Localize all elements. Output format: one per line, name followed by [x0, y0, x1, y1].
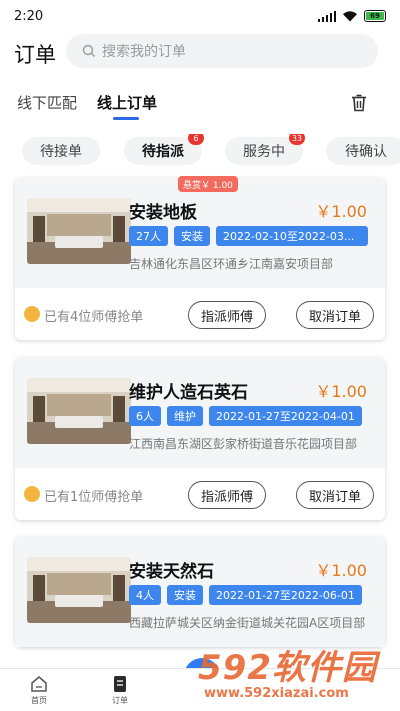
page-title: 订单 — [14, 43, 56, 67]
pill-label: 待确认 — [345, 144, 387, 160]
order-card-body[interactable]: 安装地板 ￥1.00 悬赏￥ 1.00 27人 安装 2022-02-10至20… — [15, 176, 385, 288]
cancel-order-button[interactable]: 取消订单 — [296, 481, 374, 509]
header: 订单 搜索我的订单 — [0, 34, 400, 74]
battery-icon: 69 — [364, 10, 386, 22]
order-tags: 27人 安装 2022-02-10至2022-03... — [129, 226, 368, 246]
pill-pending-assign[interactable]: 待指派 6 — [124, 134, 204, 165]
date-range-tag: 2022-01-27至2022-04-01 — [209, 406, 362, 426]
watermark-logo: 592软件园 www.592xiazai.com — [198, 640, 398, 710]
order-price: ￥1.00 — [315, 382, 367, 401]
orders-icon — [114, 676, 126, 692]
reward-badge: 悬赏￥ 1.00 — [178, 176, 238, 192]
order-thumbnail — [27, 557, 131, 623]
status-time: 2:20 — [14, 9, 44, 24]
order-address: 江西南昌东湖区彭家桥街道音乐花园项目部 — [129, 437, 358, 451]
order-title: 安装天然石 — [129, 562, 214, 582]
search-icon — [82, 44, 95, 57]
order-price: ￥1.00 — [315, 561, 367, 580]
trash-icon[interactable] — [349, 93, 369, 113]
people-tag: 6人 — [129, 406, 161, 426]
order-type-tabs: 线下匹配 线上订单 — [0, 86, 400, 122]
assign-worker-button[interactable]: 指派师傅 — [188, 301, 266, 329]
date-range-tag: 2022-02-10至2022-03... — [216, 226, 368, 246]
battery-level: 69 — [370, 12, 380, 20]
date-range-tag: 2022-01-27至2022-06-01 — [209, 585, 362, 605]
assign-worker-button[interactable]: 指派师傅 — [188, 481, 266, 509]
search-input[interactable]: 搜索我的订单 — [66, 34, 378, 68]
order-address: 吉林通化东昌区环通乡江南嘉安项目部 — [129, 257, 334, 271]
home-icon — [31, 676, 47, 692]
pill-in-service[interactable]: 服务中 33 — [225, 134, 305, 165]
status-filter-pills: 待接单 待指派 6 服务中 33 待确认 — [0, 134, 400, 170]
nav-orders-label: 订单 — [112, 696, 128, 705]
pill-label: 待指派 — [142, 144, 184, 160]
order-card[interactable]: 安装天然石 ￥1.00 4人 安装 2022-01-27至2022-06-01 … — [15, 537, 385, 647]
people-tag: 27人 — [129, 226, 168, 246]
nav-home[interactable]: 首页 — [19, 675, 59, 706]
order-card-body[interactable]: 维护人造石英石 ￥1.00 6人 维护 2022-01-27至2022-04-0… — [15, 358, 385, 468]
watermark-url: www.592xiazai.com — [204, 686, 349, 701]
order-thumbnail — [27, 378, 131, 444]
signal-icon — [317, 10, 336, 22]
order-tags: 6人 维护 2022-01-27至2022-04-01 — [129, 406, 362, 426]
people-tag: 4人 — [129, 585, 161, 605]
order-card-footer: 已有4位师傅抢单 指派师傅 取消订单 — [15, 288, 385, 340]
pill-pending-accept[interactable]: 待接单 — [22, 137, 100, 165]
order-title: 维护人造石英石 — [129, 383, 248, 403]
pill-pending-confirm[interactable]: 待确认 — [326, 137, 400, 165]
tab-offline-match[interactable]: 线下匹配 — [17, 92, 77, 113]
count-badge: 6 — [188, 134, 204, 145]
watermark-brand: 592软件园 — [198, 648, 377, 688]
cancel-order-button[interactable]: 取消订单 — [296, 301, 374, 329]
assign-worker-label: 指派师傅 — [200, 489, 253, 505]
order-thumbnail — [27, 198, 131, 264]
order-address: 西藏拉萨城关区纳金街道城关花园A区项目部 — [129, 616, 366, 630]
nav-home-label: 首页 — [31, 696, 47, 705]
service-type-tag: 维护 — [167, 406, 203, 426]
tab-online-orders[interactable]: 线上订单 — [97, 92, 157, 113]
status-icons: 69 — [317, 10, 386, 22]
bell-icon — [24, 306, 40, 322]
wifi-icon — [343, 11, 357, 22]
grab-count-text: 已有4位师傅抢单 — [44, 310, 144, 325]
assign-worker-label: 指派师傅 — [200, 309, 253, 325]
service-type-tag: 安装 — [167, 585, 203, 605]
bell-icon — [24, 486, 40, 502]
order-title: 安装地板 — [129, 203, 197, 223]
order-card[interactable]: 安装地板 ￥1.00 悬赏￥ 1.00 27人 安装 2022-02-10至20… — [15, 176, 385, 340]
count-badge: 33 — [288, 134, 305, 145]
order-price: ￥1.00 — [315, 202, 367, 221]
order-card-body[interactable]: 安装天然石 ￥1.00 4人 安装 2022-01-27至2022-06-01 … — [15, 537, 385, 647]
order-card[interactable]: 维护人造石英石 ￥1.00 6人 维护 2022-01-27至2022-04-0… — [15, 358, 385, 520]
grab-count-text: 已有1位师傅抢单 — [44, 490, 144, 505]
pill-label: 待接单 — [40, 144, 82, 160]
service-type-tag: 安装 — [174, 226, 210, 246]
nav-orders[interactable]: 订单 — [100, 675, 140, 706]
status-bar: 2:20 69 — [0, 0, 400, 34]
cancel-order-label: 取消订单 — [308, 309, 361, 325]
order-card-footer: 已有1位师傅抢单 指派师傅 取消订单 — [15, 468, 385, 520]
cancel-order-label: 取消订单 — [308, 489, 361, 505]
search-placeholder: 搜索我的订单 — [102, 44, 186, 60]
pill-label: 服务中 — [243, 144, 285, 160]
order-tags: 4人 安装 2022-01-27至2022-06-01 — [129, 585, 362, 605]
active-tab-indicator — [113, 117, 139, 120]
